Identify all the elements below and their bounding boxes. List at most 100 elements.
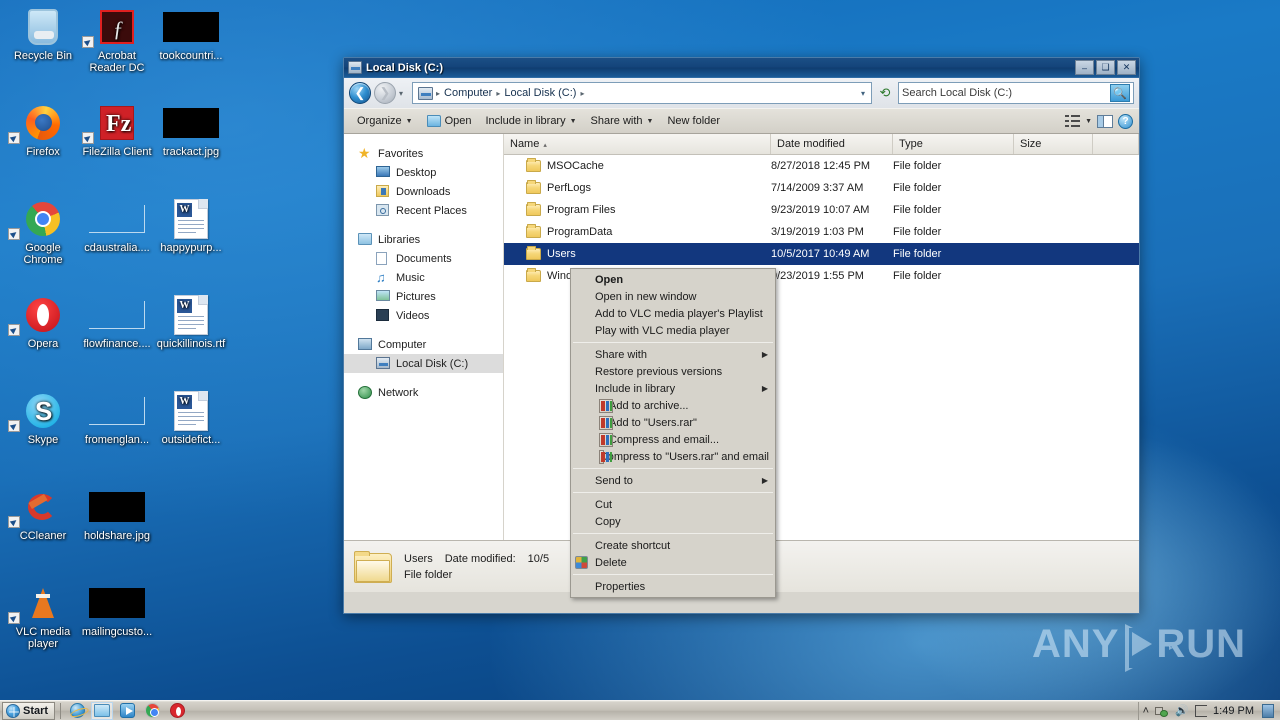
table-row[interactable]: MSOCache 8/27/2018 12:45 PM File folder — [504, 155, 1139, 177]
desktop-icon-fromenglan[interactable]: fromenglan... — [80, 390, 154, 446]
desktop-icon-mailingcusto[interactable]: mailingcusto... — [80, 582, 154, 638]
desktop-icon-cdaustralia[interactable]: cdaustralia.... — [80, 198, 154, 254]
sidebar-item-network[interactable]: Network — [344, 383, 503, 402]
column-header-size[interactable]: Size — [1014, 134, 1093, 154]
sidebar-item-libraries[interactable]: Libraries — [344, 230, 503, 249]
help-icon[interactable]: ? — [1118, 113, 1133, 129]
chevron-down-icon[interactable]: ▼ — [1085, 118, 1092, 125]
context-menu-item-add-to-archive[interactable]: Add to archive... — [571, 397, 775, 414]
context-menu-item-send-to[interactable]: Send to ▶ — [571, 472, 775, 489]
desktop-icon-label: flowfinance.... — [83, 338, 151, 350]
search-input[interactable]: Search Local Disk (C:) 🔍 — [898, 82, 1134, 104]
desktop-icon-ccleaner[interactable]: CCleaner — [6, 486, 80, 542]
desktop-icon-holdshare-jpg[interactable]: holdshare.jpg — [80, 486, 154, 542]
show-desktop-icon[interactable] — [1262, 703, 1274, 718]
desktop-icon-skype[interactable]: S Skype — [6, 390, 80, 446]
desktop-icon-flowfinance[interactable]: flowfinance.... — [80, 294, 154, 350]
volume-tray-icon[interactable]: 🔊 — [1175, 705, 1189, 717]
share-with-button[interactable]: Share with ▼ — [584, 112, 661, 130]
context-menu-item-add-to-users-rar[interactable]: Add to "Users.rar" — [571, 414, 775, 431]
desktop-icon-trackact-jpg[interactable]: trackact.jpg — [154, 102, 228, 158]
context-menu-item-play-with-vlc-media-player[interactable]: Play with VLC media player — [571, 322, 775, 339]
action-center-flag-icon[interactable] — [1195, 704, 1208, 717]
search-icon[interactable]: 🔍 — [1110, 84, 1130, 102]
context-menu-item-delete[interactable]: Delete — [571, 554, 775, 571]
context-menu-item-copy[interactable]: Copy — [571, 513, 775, 530]
sidebar-item-favorites[interactable]: ★ Favorites — [344, 144, 503, 163]
network-tray-icon[interactable] — [1155, 705, 1169, 717]
back-arrow-icon[interactable]: ❮ — [349, 82, 371, 104]
sidebar-item-label: Libraries — [378, 233, 421, 246]
breadcrumb-separator-icon[interactable]: ▸ — [579, 89, 585, 98]
forward-arrow-icon[interactable]: ❯ — [374, 82, 396, 104]
show-hidden-icons-icon[interactable]: ˄ — [1143, 705, 1149, 717]
taskbar-opera-icon[interactable] — [166, 702, 188, 720]
view-options-icon[interactable] — [1065, 114, 1081, 128]
context-menu-item-label: Create shortcut — [595, 539, 671, 552]
maximize-button[interactable]: ❑ — [1096, 60, 1115, 75]
desktop-icon-outsidefict[interactable]: Woutsidefict... — [154, 390, 228, 446]
start-button[interactable]: Start — [2, 701, 56, 720]
context-menu-item-cut[interactable]: Cut — [571, 496, 775, 513]
sidebar-item-local-disk-c[interactable]: Local Disk (C:) — [344, 354, 503, 373]
column-header-type[interactable]: Type — [893, 134, 1014, 154]
taskbar-windows-explorer-icon[interactable] — [91, 701, 114, 720]
close-button[interactable]: ✕ — [1117, 60, 1136, 75]
desktop-icon-firefox[interactable]: Firefox — [6, 102, 80, 158]
desktop-icon-filezilla-client[interactable]: Fz FileZilla Client — [80, 102, 154, 158]
sidebar-item-desktop[interactable]: Desktop — [344, 163, 503, 182]
context-menu-item-compress-to-users-rar-and-email[interactable]: Compress to "Users.rar" and email — [571, 448, 775, 465]
context-menu-item-include-in-library[interactable]: Include in library ▶ — [571, 380, 775, 397]
context-menu-item-compress-and-email[interactable]: Compress and email... — [571, 431, 775, 448]
sidebar-item-documents[interactable]: Documents — [344, 249, 503, 268]
black-thumbnail-icon — [154, 102, 228, 144]
address-bar[interactable]: ▸ Computer ▸ Local Disk (C:) ▸ ▾ — [412, 82, 872, 104]
taskbar-chrome-icon[interactable] — [141, 702, 163, 720]
sidebar-item-downloads[interactable]: Downloads — [344, 182, 503, 201]
column-header-row: Name ▴ Date modified Type Size — [504, 134, 1139, 155]
address-dropdown-icon[interactable]: ▾ — [858, 89, 868, 98]
desktop-icon-acrobat-reader-dc[interactable]: ƒ Acrobat Reader DC — [80, 6, 154, 74]
breadcrumb-local-disk[interactable]: Local Disk (C:) — [501, 87, 579, 99]
desktop-icon-recycle-bin[interactable]: Recycle Bin — [6, 6, 80, 62]
table-row[interactable]: Program Files 9/23/2019 10:07 AM File fold… — [504, 199, 1139, 221]
desktop-icon-quickillinois-rtf[interactable]: Wquickillinois.rtf — [154, 294, 228, 350]
open-button[interactable]: Open — [420, 112, 479, 130]
sidebar-item-computer[interactable]: Computer — [344, 335, 503, 354]
organize-button[interactable]: Organize ▼ — [350, 112, 420, 130]
column-header-date-modified[interactable]: Date modified — [771, 134, 893, 154]
sidebar-item-music[interactable]: ♫ Music — [344, 268, 503, 287]
desktop-icon-tookcountri[interactable]: tookcountri... — [154, 6, 228, 62]
taskbar-media-player-icon[interactable] — [116, 702, 138, 720]
context-menu-item-restore-previous-versions[interactable]: Restore previous versions — [571, 363, 775, 380]
window-titlebar[interactable]: Local Disk (C:) – ❑ ✕ — [344, 58, 1139, 78]
breadcrumb-computer[interactable]: Computer — [441, 87, 495, 99]
minimize-button[interactable]: – — [1075, 60, 1094, 75]
context-menu-item-open-in-new-window[interactable]: Open in new window — [571, 288, 775, 305]
include-in-library-button[interactable]: Include in library ▼ — [479, 112, 584, 130]
context-menu-item-create-shortcut[interactable]: Create shortcut — [571, 537, 775, 554]
table-row[interactable]: Users 10/5/2017 10:49 AM File folder — [504, 243, 1139, 265]
table-row[interactable]: PerfLogs 7/14/2009 3:37 AM File folder — [504, 177, 1139, 199]
sidebar-item-recent-places[interactable]: Recent Places — [344, 201, 503, 220]
taskbar-internet-explorer-icon[interactable] — [66, 702, 88, 720]
desktop-icon-happypurp[interactable]: Whappypurp... — [154, 198, 228, 254]
sidebar-item-videos[interactable]: Videos — [344, 306, 503, 325]
context-menu-item-open[interactable]: Open — [571, 271, 775, 288]
recent-pages-dropdown-icon[interactable]: ▾ — [399, 89, 409, 98]
black-thumbnail-icon — [80, 486, 154, 528]
sidebar-item-pictures[interactable]: Pictures — [344, 287, 503, 306]
taskbar-clock[interactable]: 1:49 PM — [1213, 705, 1254, 717]
new-folder-button[interactable]: New folder — [660, 112, 727, 130]
context-menu-item-share-with[interactable]: Share with ▶ — [571, 346, 775, 363]
column-header-name[interactable]: Name ▴ — [504, 134, 771, 154]
context-menu[interactable]: Open Open in new window Add to VLC media p… — [570, 268, 776, 598]
desktop-icon-google-chrome[interactable]: Google Chrome — [6, 198, 80, 266]
preview-pane-icon[interactable] — [1097, 114, 1113, 128]
context-menu-item-properties[interactable]: Properties — [571, 578, 775, 595]
desktop-icon-opera[interactable]: Opera — [6, 294, 80, 350]
desktop-icon-vlc-media-player[interactable]: VLC media player — [6, 582, 80, 650]
table-row[interactable]: ProgramData 3/19/2019 1:03 PM File folder — [504, 221, 1139, 243]
context-menu-item-add-to-vlc-media-player-s-playlist[interactable]: Add to VLC media player's Playlist — [571, 305, 775, 322]
refresh-icon[interactable]: ⟲ — [875, 83, 895, 103]
